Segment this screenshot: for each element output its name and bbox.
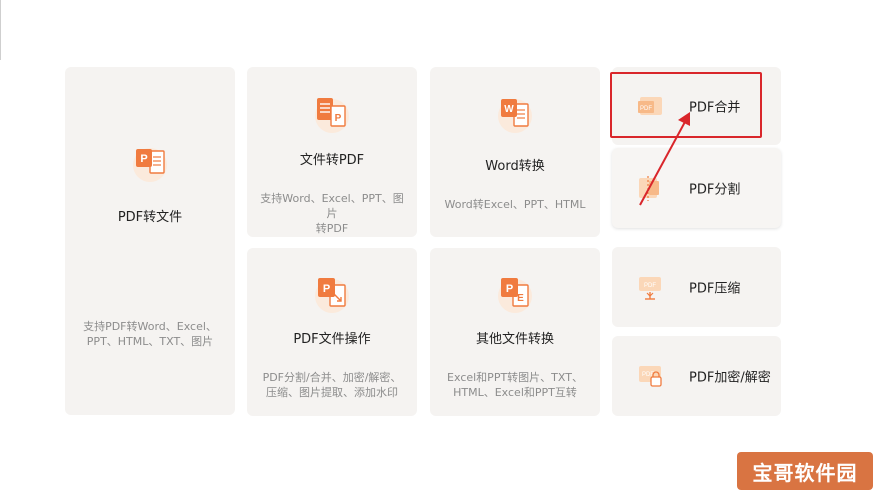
card-description: 支持Word、Excel、PPT、图片 转PDF — [260, 192, 404, 235]
card-title: 其他文件转换 — [475, 332, 554, 347]
card-description: 支持PDF转Word、Excel、 PPT、HTML、TXT、图片 — [83, 320, 217, 348]
card-description: Word转Excel、PPT、HTML — [444, 198, 586, 211]
window-edge-line — [0, 0, 1, 60]
tool-label: PDF压缩 — [689, 281, 741, 297]
card-other-convert[interactable]: E P 其他文件转换 Excel和PPT转图片、TXT、 HTML、Excel和… — [430, 248, 600, 416]
card-title: Word转换 — [485, 159, 545, 174]
card-pdf-to-file[interactable]: P PDF转文件 支持PDF转Word、Excel、 PPT、HTML、TXT、… — [65, 67, 235, 415]
card-file-to-pdf[interactable]: P 文件转PDF 支持Word、Excel、PPT、图片 转PDF — [247, 67, 417, 237]
svg-text:E: E — [517, 293, 524, 304]
tool-pdf-encrypt[interactable]: PDF PDF加密/解密 — [612, 336, 781, 416]
pdf-to-file-icon: P — [128, 141, 172, 185]
pdf-operations-icon: P — [310, 272, 354, 316]
svg-text:P: P — [323, 283, 330, 295]
card-title: 文件转PDF — [299, 153, 365, 168]
svg-text:P: P — [335, 113, 342, 124]
watermark-logo: 宝哥软件园 — [737, 452, 873, 490]
tool-pdf-compress[interactable]: PDF PDF压缩 — [612, 247, 781, 327]
tool-label: PDF加密/解密 — [689, 370, 771, 386]
card-description: Excel和PPT转图片、TXT、 HTML、Excel和PPT互转 — [447, 371, 583, 399]
svg-text:W: W — [504, 104, 514, 115]
word-icon: W — [493, 92, 537, 136]
file-to-pdf-icon: P — [310, 92, 354, 136]
svg-text:P: P — [506, 283, 513, 295]
svg-text:PDF: PDF — [644, 283, 656, 289]
card-word-convert[interactable]: W Word转换 Word转Excel、PPT、HTML — [430, 67, 600, 237]
tool-label: PDF分割 — [689, 182, 741, 198]
pdf-split-icon — [636, 173, 666, 203]
svg-text:P: P — [140, 153, 147, 165]
other-convert-icon: E P — [493, 272, 537, 316]
card-title: PDF转文件 — [117, 210, 183, 225]
tool-pdf-split[interactable]: PDF分割 — [612, 148, 781, 228]
pdf-compress-icon: PDF — [636, 272, 666, 302]
card-description: PDF分割/合并、加密/解密、 压缩、图片提取、添加水印 — [262, 371, 402, 399]
card-title: PDF文件操作 — [293, 332, 371, 347]
card-pdf-operations[interactable]: P PDF文件操作 PDF分割/合并、加密/解密、 压缩、图片提取、添加水印 — [247, 248, 417, 416]
pdf-lock-icon: PDF — [636, 361, 666, 391]
highlight-annotation-box — [610, 72, 762, 138]
